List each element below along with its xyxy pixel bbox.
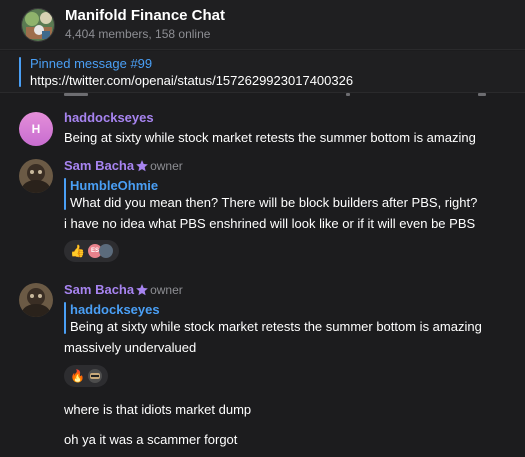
star-icon — [136, 284, 148, 296]
reply-quote[interactable]: HumbleOhmie What did you mean then? Ther… — [64, 177, 477, 211]
pinned-text: https://twitter.com/openai/status/157262… — [30, 73, 354, 88]
avatar[interactable] — [19, 283, 53, 317]
reply-sender: haddockseyes — [70, 302, 160, 317]
message: Sam Bacha owner haddockseyes Being at si… — [64, 282, 482, 448]
reply-text: What did you mean then? There will be bl… — [70, 195, 478, 210]
message-text: Being at sixty while stock market retest… — [64, 130, 476, 145]
message-text: where is that idiots market dump — [64, 402, 252, 417]
sender-name: Sam Bacha owner — [64, 282, 482, 298]
pinned-label: Pinned message #99 — [30, 56, 153, 71]
star-icon — [136, 160, 148, 172]
sender-label[interactable]: Sam Bacha — [64, 282, 134, 298]
thumbs-up-icon: 👍 — [70, 244, 85, 258]
reply-text: Being at sixty while stock market retest… — [70, 319, 482, 334]
clipped-previous-message — [0, 93, 525, 96]
sender-label[interactable]: haddockseyes — [64, 110, 154, 126]
message: haddockseyes Being at sixty while stock … — [64, 110, 476, 146]
reply-quote[interactable]: haddockseyes Being at sixty while stock … — [64, 301, 482, 335]
chat-header: Manifold Finance Chat 4,404 members, 158… — [0, 0, 525, 50]
reaction-fire[interactable]: 🔥 — [64, 365, 108, 387]
avatar-initial: H — [31, 122, 41, 136]
reply-sender: HumbleOhmie — [70, 178, 159, 193]
message-text: massively undervalued — [64, 340, 197, 355]
reply-indicator — [64, 302, 66, 334]
avatar[interactable]: H — [19, 112, 53, 146]
sender-name[interactable]: haddockseyes — [64, 110, 476, 126]
reactions-row: 🔥 — [64, 365, 482, 387]
member-count: 4,404 members, 158 online — [65, 27, 211, 41]
reactor-avatar — [98, 244, 113, 258]
reaction-thumbs-up[interactable]: 👍 ES — [64, 240, 119, 262]
message-text: i have no idea what PBS enshrined will l… — [64, 216, 476, 231]
fire-icon: 🔥 — [70, 369, 85, 383]
avatar[interactable] — [19, 159, 53, 193]
reactor-avatar — [87, 369, 102, 383]
chat-info[interactable]: Manifold Finance Chat 4,404 members, 158… — [65, 7, 225, 42]
pinned-indicator — [19, 57, 21, 87]
owner-badge: owner — [150, 159, 183, 173]
group-avatar[interactable] — [21, 7, 55, 42]
owner-badge: owner — [150, 283, 183, 297]
reactions-row: 👍 ES — [64, 240, 477, 262]
chat-title: Manifold Finance Chat — [65, 7, 226, 24]
reply-indicator — [64, 178, 66, 210]
message: Sam Bacha owner HumbleOhmie What did you… — [64, 158, 477, 262]
message-text: oh ya it was a scammer forgot — [64, 432, 238, 447]
sender-name: Sam Bacha owner — [64, 158, 477, 174]
pinned-message-bar[interactable]: Pinned message #99 https://twitter.com/o… — [0, 51, 525, 93]
sender-label[interactable]: Sam Bacha — [64, 158, 134, 174]
reactor-initials: ES — [90, 248, 99, 254]
